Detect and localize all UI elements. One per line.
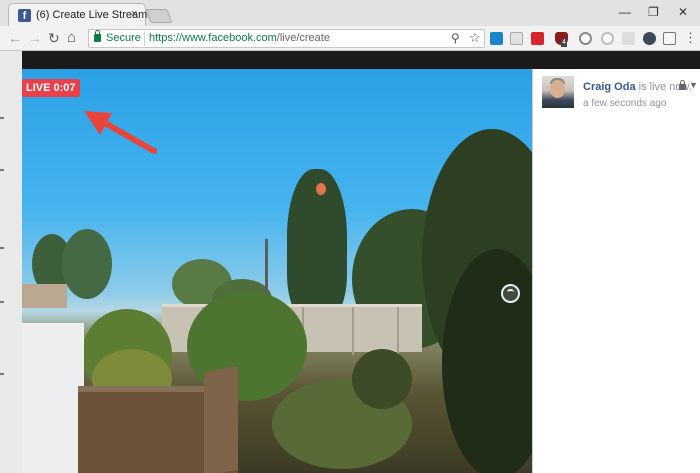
window-close-icon[interactable]: ✕ <box>678 5 688 19</box>
avatar-face <box>550 80 565 98</box>
page-edge-mark <box>0 301 4 303</box>
extension-badge: 4 <box>561 39 567 47</box>
tab-close-icon[interactable]: × <box>131 8 137 20</box>
page-edge-mark <box>0 373 4 375</box>
chrome-menu-icon[interactable]: ⋮ <box>684 31 697 45</box>
annotation-arrow-icon <box>84 111 157 154</box>
circle-icon[interactable] <box>601 32 614 45</box>
checkbox-icon[interactable] <box>663 32 676 45</box>
url-path: /live/create <box>276 32 330 44</box>
360-compass-icon[interactable] <box>501 284 520 303</box>
page-edge-mark <box>0 247 4 249</box>
back-icon[interactable]: ← <box>8 30 22 46</box>
facebook-favicon-icon: f <box>18 9 31 22</box>
poster-line: Craig Oda is live now. <box>583 81 692 93</box>
trello-icon[interactable] <box>490 32 503 45</box>
react-icon[interactable] <box>643 32 656 45</box>
flare <box>316 183 326 195</box>
tab-create-live-stream[interactable]: f (6) Create Live Stream × <box>8 3 147 26</box>
page-content: LIVE 0:07 Craig Oda is live now. ▼ a few… <box>0 51 700 473</box>
background-page-edge <box>0 51 22 473</box>
new-tab-button[interactable] <box>145 9 173 23</box>
fence-board <box>397 307 399 355</box>
restore-icon[interactable]: ❐ <box>648 5 659 19</box>
post-timestamp[interactable]: a few seconds ago <box>583 98 666 109</box>
bracket-icon[interactable] <box>622 32 635 45</box>
page-edge-mark <box>0 169 4 171</box>
fence-board <box>352 307 354 355</box>
home-icon[interactable]: ⌂ <box>67 30 76 46</box>
utility-pole <box>265 239 268 294</box>
browser-toolbar: ← → ↻ ⌂ Secure https://www.facebook.com/… <box>0 26 700 51</box>
white-wall <box>22 323 84 473</box>
shield-icon[interactable] <box>510 32 523 45</box>
pocket-icon[interactable] <box>579 32 592 45</box>
ublock-icon[interactable]: 4 <box>555 32 568 47</box>
wooden-planter-side <box>204 366 238 473</box>
privacy-lock-icon[interactable] <box>679 80 686 90</box>
url-text[interactable]: https://www.facebook.com/live/create <box>149 32 330 44</box>
forward-icon[interactable]: → <box>28 30 42 46</box>
minimize-icon[interactable]: — <box>619 5 631 19</box>
live-badge: LIVE 0:07 <box>22 79 80 97</box>
page-edge-mark <box>0 117 4 119</box>
url-divider <box>144 31 145 46</box>
poster-name-link[interactable]: Craig Oda <box>583 81 636 93</box>
avatar[interactable] <box>542 76 574 108</box>
tree <box>62 229 112 299</box>
chevron-down-icon[interactable]: ▼ <box>689 80 698 90</box>
shrub <box>352 349 412 409</box>
tab-strip: f (6) Create Live Stream × — ❐ ✕ <box>0 0 700 26</box>
secure-label: Secure <box>106 32 141 44</box>
bookmark-star-icon[interactable]: ☆ <box>469 30 481 46</box>
browser-window: f (6) Create Live Stream × — ❐ ✕ ← → ↻ ⌂… <box>0 0 700 473</box>
address-bar[interactable]: Secure https://www.facebook.com/live/cre… <box>88 29 485 48</box>
url-host: https://www.facebook.com <box>149 32 277 44</box>
reload-icon[interactable]: ↻ <box>48 30 60 46</box>
secure-lock-icon <box>94 30 101 42</box>
zoom-icon[interactable]: ⚲ <box>451 31 460 45</box>
red-book-icon[interactable] <box>531 32 544 45</box>
house-roof <box>22 284 67 308</box>
post-sidebar: Craig Oda is live now. ▼ a few seconds a… <box>532 69 700 473</box>
